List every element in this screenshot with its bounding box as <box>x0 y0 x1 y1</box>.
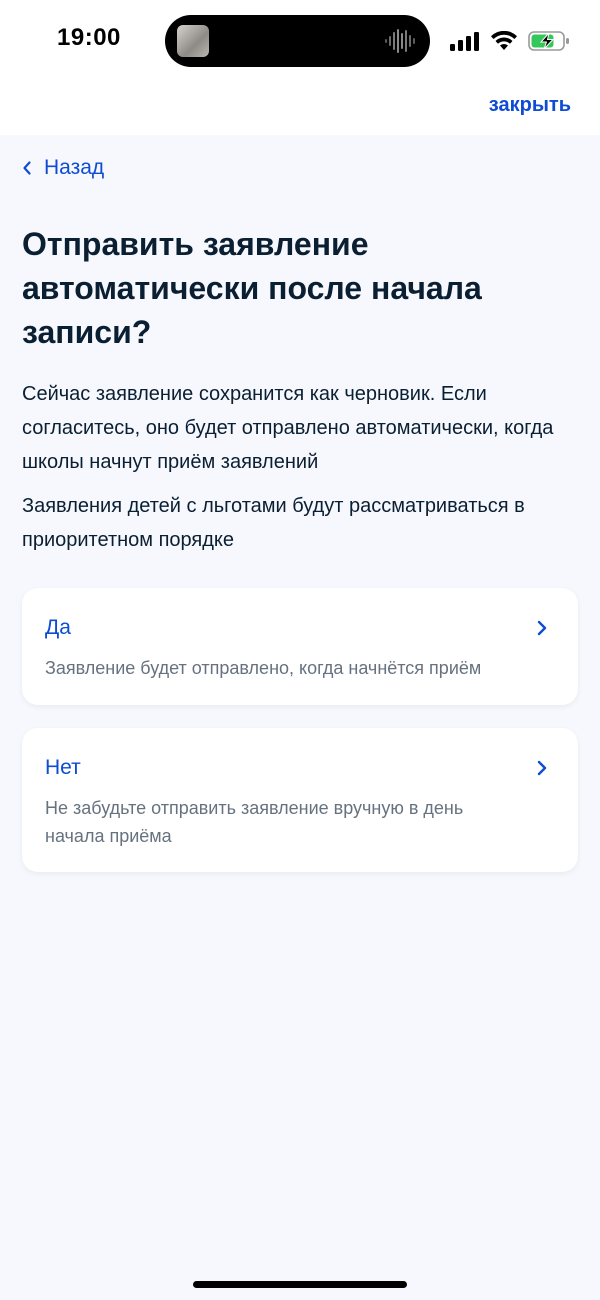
status-bar: 19:00 <box>0 0 600 82</box>
top-nav: закрыть <box>0 82 600 135</box>
home-indicator[interactable] <box>193 1281 407 1288</box>
status-icons <box>450 28 570 54</box>
audio-waveform-icon <box>385 29 415 53</box>
description-paragraph: Сейчас заявление сохранится как черновик… <box>22 383 554 473</box>
option-yes-description: Заявление будет отправлено, когда начнёт… <box>45 658 482 678</box>
signal-icon <box>450 32 479 51</box>
dynamic-island[interactable] <box>165 15 430 67</box>
option-yes-card[interactable]: Да Заявление будет отправлено, когда нач… <box>22 588 578 705</box>
back-label: Назад <box>44 156 105 179</box>
chevron-left-icon <box>23 161 31 175</box>
chevron-right-icon <box>537 620 547 636</box>
back-button[interactable]: Назад <box>22 156 104 180</box>
benefits-note: Заявления детей с льготами будут рассмат… <box>22 495 525 551</box>
option-no-description: Не забудьте отправить заявление вручную … <box>45 798 464 846</box>
close-button[interactable]: закрыть <box>489 94 571 117</box>
page-title: Отправить заявление автоматически после … <box>22 226 482 350</box>
chevron-right-icon <box>537 760 547 776</box>
wifi-icon <box>491 31 517 50</box>
option-yes-label: Да <box>45 616 71 639</box>
status-time: 19:00 <box>57 24 121 51</box>
now-playing-artwork <box>177 25 209 57</box>
screen: 19:00 закрыть Назад Отправить заявление … <box>0 0 600 1300</box>
option-no-label: Нет <box>45 756 81 779</box>
battery-charging-icon <box>528 31 569 51</box>
option-no-card[interactable]: Нет Не забудьте отправить заявление вруч… <box>22 728 578 872</box>
